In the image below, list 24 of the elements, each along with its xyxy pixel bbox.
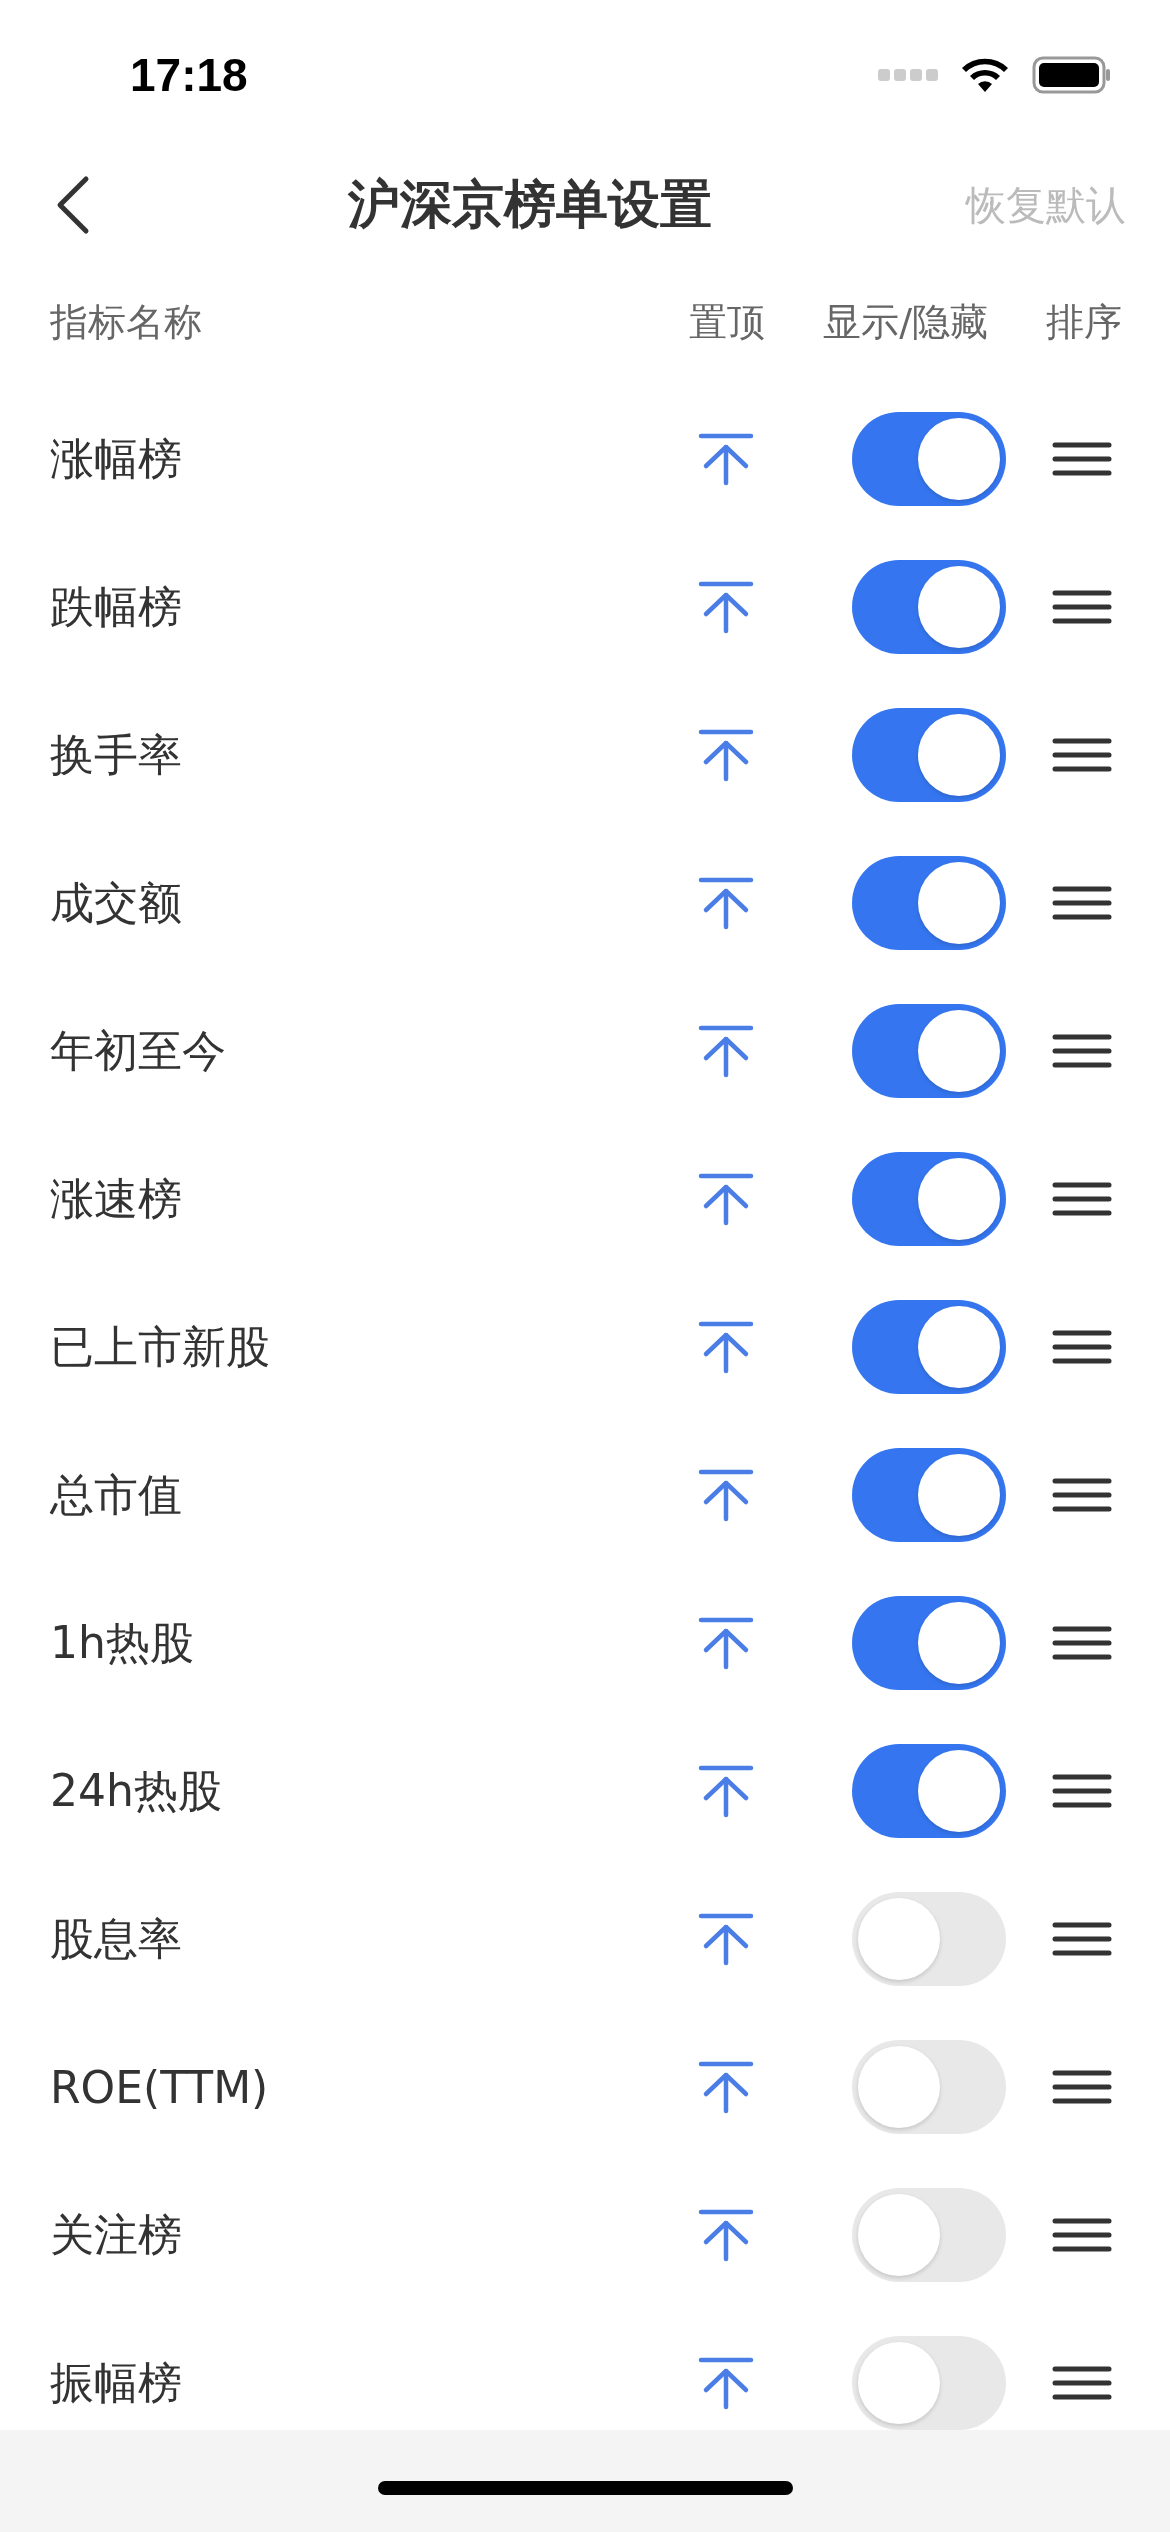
indicator-name: 涨速榜: [50, 1171, 183, 1226]
indicator-name: 换手率: [50, 727, 183, 782]
indicator-name: 关注榜: [50, 2207, 183, 2262]
indicator-name: 跌幅榜: [50, 579, 183, 634]
indicator-name: 年初至今: [50, 1023, 227, 1078]
battery-icon: [1032, 56, 1112, 94]
indicator-name: 股息率: [50, 1911, 183, 1966]
indicator-name: 成交额: [50, 875, 183, 930]
indicator-name: ROE(TTM): [50, 2061, 270, 2113]
page-title: 沪深京榜单设置: [347, 173, 713, 236]
column-header: 指标名称: [50, 299, 203, 346]
reset-default-button[interactable]: 恢复默认: [966, 177, 1126, 233]
column-header: 置顶: [689, 299, 766, 346]
status-time: 17:18: [130, 48, 248, 102]
indicator-name: 24h热股: [50, 1763, 223, 1818]
indicator-name: 振幅榜: [50, 2355, 183, 2410]
wifi-icon: [960, 56, 1010, 94]
indicator-name: 总市值: [50, 1467, 183, 1522]
column-header: 排序: [1046, 299, 1122, 346]
indicator-name: 1h热股: [50, 1615, 195, 1670]
indicator-name: 涨幅榜: [50, 431, 183, 486]
signal-icon: [878, 69, 938, 81]
column-header: 显示/隐藏: [823, 299, 988, 346]
indicator-name: 已上市新股: [50, 1319, 271, 1374]
